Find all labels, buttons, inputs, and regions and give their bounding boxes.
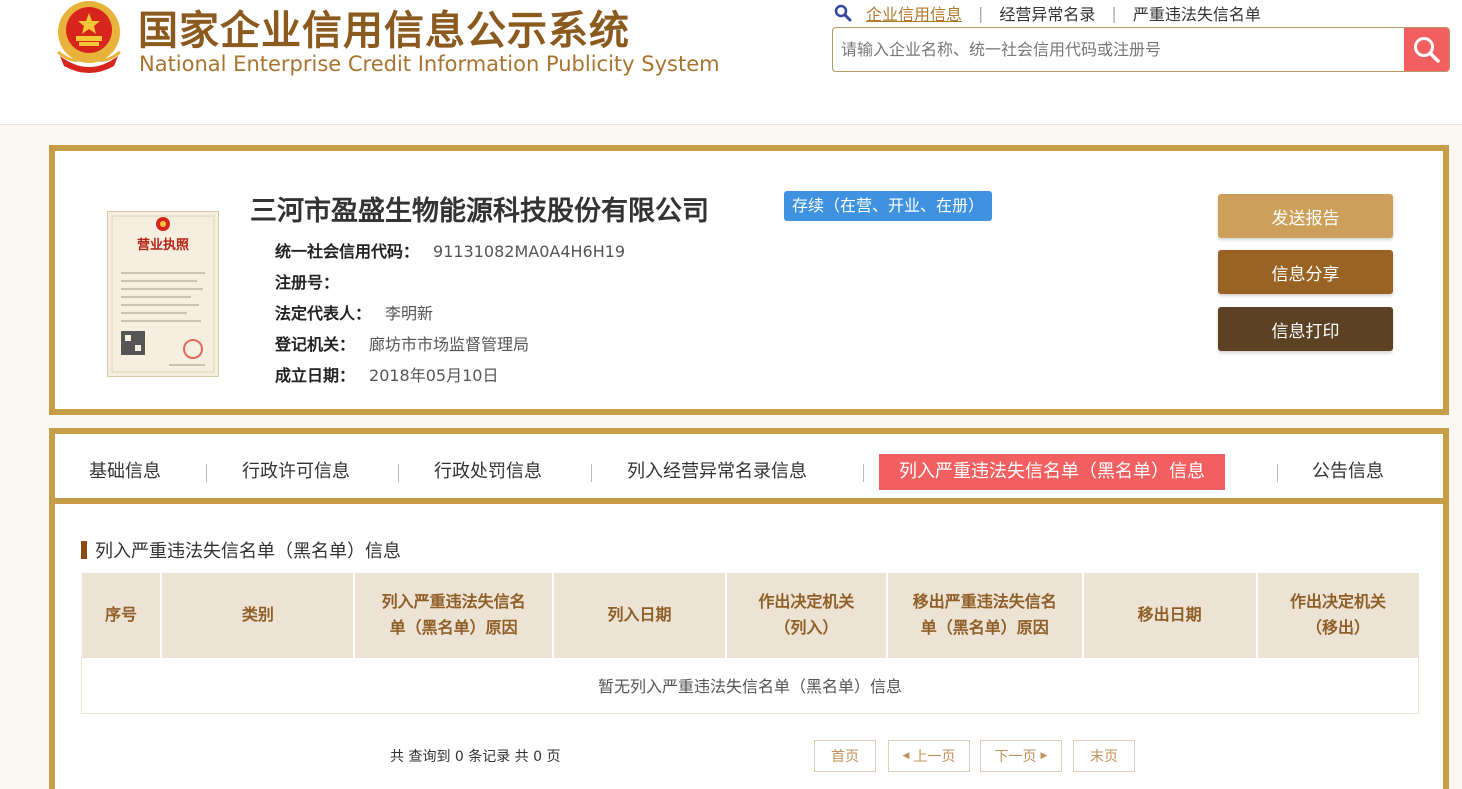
print-info-button[interactable]: 信息打印 — [1218, 307, 1393, 351]
col-index: 序号 — [81, 573, 163, 657]
nav-separator: | — [1111, 3, 1117, 23]
nav-separator: | — [978, 3, 984, 23]
col-list-reason: 列入严重违法失信名 单（黑名单）原因 — [354, 573, 555, 657]
first-page-button[interactable]: 首页 — [814, 740, 876, 772]
tab-bar: 基础信息 行政许可信息 行政处罚信息 列入经营异常名录信息 列入严重违法失信名单… — [55, 434, 1443, 504]
table-header-row: 序号 类别 列入严重违法失信名 单（黑名单）原因 列入日期 作出决定机关 （列入） … — [81, 573, 1419, 657]
next-page-button[interactable]: 下一页 ▶ — [980, 740, 1062, 772]
info-established: 成立日期： 2018年05月10日 — [275, 362, 498, 386]
top-nav: 企业信用信息 | 经营异常名录 | 严重违法失信名单 — [834, 2, 1261, 24]
section-title: 列入严重违法失信名单（黑名单）信息 — [81, 537, 401, 563]
search-icon — [834, 4, 852, 22]
info-label: 注册号： — [275, 273, 340, 292]
share-info-button[interactable]: 信息分享 — [1218, 250, 1393, 294]
status-badge: 存续（在营、开业、在册） — [784, 191, 993, 221]
table-row: 暂无列入严重违法失信名单（黑名单）信息 — [81, 656, 1419, 714]
next-page-label: 下一页 — [994, 749, 1037, 765]
search-box — [832, 27, 1450, 72]
col-remove-reason: 移出严重违法失信名 单（黑名单）原因 — [886, 573, 1084, 657]
tab-separator — [591, 464, 592, 482]
search-icon — [1413, 36, 1440, 63]
search-input[interactable] — [833, 28, 1401, 71]
section-marker — [81, 541, 87, 559]
info-label: 成立日期： — [275, 366, 356, 385]
search-button[interactable] — [1404, 28, 1449, 71]
info-label: 登记机关： — [275, 335, 356, 354]
empty-message: 暂无列入严重违法失信名单（黑名单）信息 — [81, 656, 1419, 714]
blacklist-table: 序号 类别 列入严重违法失信名 单（黑名单）原因 列入日期 作出决定机关 （列入） … — [81, 573, 1419, 714]
detail-panel: 基础信息 行政许可信息 行政处罚信息 列入经营异常名录信息 列入严重违法失信名单… — [49, 428, 1449, 789]
nav-link-blacklist[interactable]: 严重违法失信名单 — [1133, 1, 1261, 25]
info-value: 91131082MA0A4H6H19 — [433, 242, 626, 261]
site-title-en: National Enterprise Credit Information P… — [139, 52, 720, 76]
company-name: 三河市盈盛生物能源科技股份有限公司 — [250, 196, 709, 227]
tab-abnormal-list[interactable]: 列入经营异常名录信息 — [627, 454, 807, 490]
business-license-image: 营业执照 — [107, 211, 219, 377]
info-value: 李明新 — [385, 304, 434, 323]
info-reg-number: 注册号： — [275, 269, 353, 293]
info-legal-rep: 法定代表人： 李明新 — [275, 300, 433, 324]
info-reg-authority: 登记机关： 廊坊市市场监督管理局 — [275, 331, 529, 355]
last-page-button[interactable]: 末页 — [1073, 740, 1135, 772]
col-category: 类别 — [161, 573, 356, 657]
nav-link-abnormal-list[interactable]: 经营异常名录 — [999, 1, 1095, 25]
tab-basic-info[interactable]: 基础信息 — [89, 454, 161, 490]
tab-separator — [398, 464, 399, 482]
col-remove-authority: 作出决定机关 （移出） — [1256, 573, 1419, 657]
tab-separator — [863, 464, 864, 482]
tab-admin-license[interactable]: 行政许可信息 — [242, 454, 350, 490]
col-list-date: 列入日期 — [553, 573, 727, 657]
send-report-button[interactable]: 发送报告 — [1218, 194, 1393, 238]
prev-page-button[interactable]: ◀ 上一页 — [888, 740, 970, 772]
col-remove-date: 移出日期 — [1082, 573, 1258, 657]
site-title-cn: 国家企业信用信息公示系统 — [138, 8, 630, 54]
col-list-authority: 作出决定机关 （列入） — [725, 573, 888, 657]
site-header: 国家企业信用信息公示系统 National Enterprise Credit … — [0, 0, 1462, 125]
tab-blacklist[interactable]: 列入严重违法失信名单（黑名单）信息 — [879, 454, 1225, 490]
company-card: 营业执照 三河市盈盛生物能源科技股份有限公司 存续（在营、开业、在册） 统一社会… — [49, 145, 1449, 415]
info-value: 廊坊市市场监督管理局 — [369, 335, 530, 354]
info-label: 统一社会信用代码： — [275, 242, 420, 261]
tab-announcement[interactable]: 公告信息 — [1312, 454, 1384, 490]
nav-link-enterprise-credit[interactable]: 企业信用信息 — [866, 1, 962, 25]
info-value: 2018年05月10日 — [369, 366, 499, 385]
tab-admin-penalty[interactable]: 行政处罚信息 — [434, 454, 542, 490]
license-title: 营业执照 — [137, 237, 189, 253]
chevron-left-icon: ◀ — [902, 751, 910, 761]
section-title-text: 列入严重违法失信名单（黑名单）信息 — [95, 541, 401, 562]
prev-page-label: 上一页 — [913, 749, 956, 765]
tab-separator — [1277, 464, 1278, 482]
national-emblem-icon — [57, 1, 121, 73]
pager-summary: 共 查询到 0 条记录 共 0 页 — [390, 749, 561, 765]
chevron-right-icon: ▶ — [1040, 751, 1048, 761]
info-credit-code: 统一社会信用代码： 91131082MA0A4H6H19 — [275, 238, 625, 262]
info-label: 法定代表人： — [275, 304, 372, 323]
tab-separator — [206, 464, 207, 482]
